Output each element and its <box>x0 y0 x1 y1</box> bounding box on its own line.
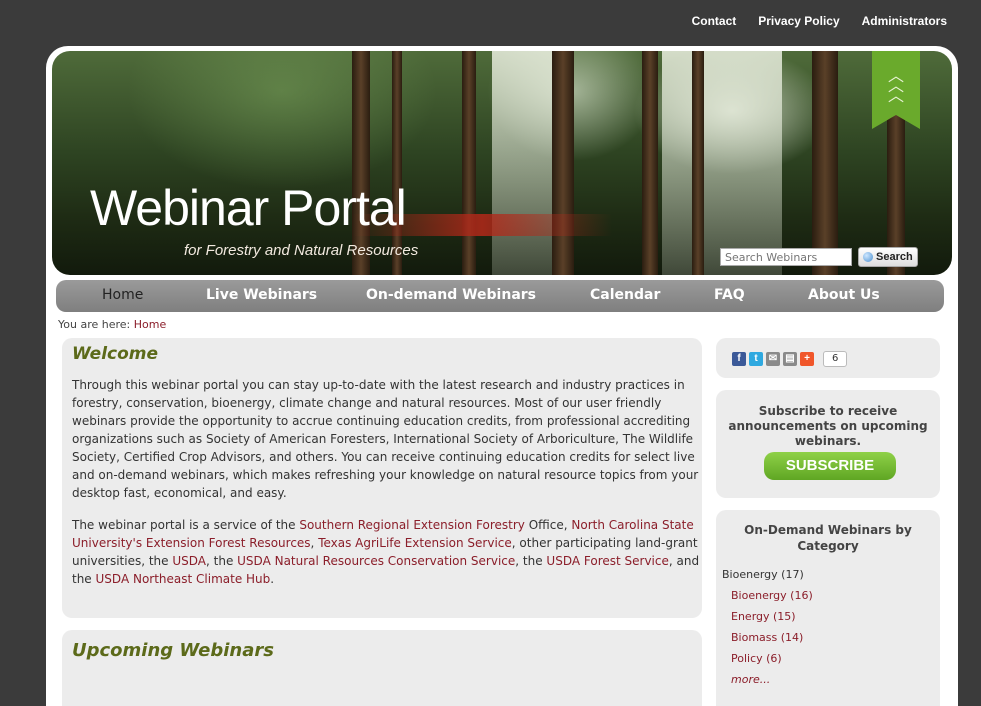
paragraph-text: , the <box>206 554 238 568</box>
contact-link[interactable]: Contact <box>692 14 737 28</box>
category-item[interactable]: Policy (6) <box>722 648 813 669</box>
paragraph-text: Office, <box>524 518 572 532</box>
paragraph-text: . <box>270 572 275 586</box>
nav-faq[interactable]: FAQ <box>714 287 745 303</box>
chevron-up-icon: ︿ <box>887 86 904 105</box>
service-paragraph: The webinar portal is a service of the S… <box>72 516 700 588</box>
subscribe-panel: Subscribe to receive announcements on up… <box>716 390 940 498</box>
main-navigation: Home Live Webinars On-demand Webinars Ca… <box>56 280 944 312</box>
search-button[interactable]: Search <box>858 247 918 267</box>
search-icon <box>863 252 873 262</box>
tree-trunk <box>462 51 476 275</box>
nav-about-us[interactable]: About Us <box>808 287 880 303</box>
paragraph-text: The webinar portal is a service of the <box>72 518 300 532</box>
top-links: Contact Privacy Policy Administrators <box>692 14 947 28</box>
subscribe-button[interactable]: SUBSCRIBE <box>764 452 896 480</box>
organization-link[interactable]: Texas AgriLife Extension Service <box>318 536 512 550</box>
site-subtitle: for Forestry and Natural Resources <box>184 242 419 259</box>
category-parent[interactable]: Bioenergy (17) <box>722 564 813 585</box>
tree-trunk <box>552 51 574 275</box>
share-count: 6 <box>823 351 848 367</box>
addthis-plus-icon[interactable]: + <box>800 352 814 366</box>
search-form: Search <box>720 247 918 267</box>
organization-link[interactable]: USDA Northeast Climate Hub <box>96 572 271 586</box>
organization-link[interactable]: USDA Forest Service <box>546 554 668 568</box>
nav-on-demand-webinars[interactable]: On-demand Webinars <box>366 287 536 303</box>
print-icon[interactable]: ▤ <box>783 352 797 366</box>
breadcrumb-prefix: You are here: <box>58 318 131 331</box>
breadcrumb: You are here: Home <box>58 318 166 331</box>
email-icon[interactable]: ✉ <box>766 352 780 366</box>
category-list: Bioenergy (17) Bioenergy (16) Energy (15… <box>722 564 813 690</box>
categories-more-link[interactable]: more... <box>722 669 813 690</box>
category-item[interactable]: Biomass (14) <box>722 627 813 648</box>
tree-trunk <box>812 51 838 275</box>
category-item[interactable]: Bioenergy (16) <box>722 585 813 606</box>
facebook-icon[interactable]: f <box>732 352 746 366</box>
nav-live-webinars[interactable]: Live Webinars <box>206 287 317 303</box>
nav-home[interactable]: Home <box>102 287 143 303</box>
site-title: Webinar Portal <box>90 180 407 236</box>
welcome-panel: Welcome Through this webinar portal you … <box>62 338 702 618</box>
light-shaft <box>492 51 552 275</box>
upcoming-heading: Upcoming Webinars <box>72 640 274 661</box>
organization-link[interactable]: USDA <box>172 554 206 568</box>
category-item[interactable]: Energy (15) <box>722 606 813 627</box>
paragraph-text: , the <box>515 554 547 568</box>
welcome-paragraph: Through this webinar portal you can stay… <box>72 378 699 500</box>
search-input[interactable] <box>720 248 852 266</box>
privacy-policy-link[interactable]: Privacy Policy <box>758 14 839 28</box>
welcome-heading: Welcome <box>72 344 159 364</box>
light-shaft <box>662 51 782 275</box>
upcoming-webinars-panel: Upcoming Webinars <box>62 630 702 706</box>
breadcrumb-home-link[interactable]: Home <box>134 318 166 331</box>
page-container: ︿ ︿ ︿ Webinar Portal for Forestry and Na… <box>46 46 958 706</box>
twitter-icon[interactable]: t <box>749 352 763 366</box>
header-banner: ︿ ︿ ︿ Webinar Portal for Forestry and Na… <box>52 51 952 275</box>
administrators-link[interactable]: Administrators <box>862 14 947 28</box>
organization-link[interactable]: USDA Natural Resources Conservation Serv… <box>237 554 515 568</box>
organization-link[interactable]: Southern Regional Extension Forestry <box>299 518 525 532</box>
subscribe-text: Subscribe to receive announcements on up… <box>728 404 928 448</box>
social-share-panel: f t ✉ ▤ + 6 <box>716 338 940 378</box>
categories-heading: On-Demand Webinars by Category <box>744 523 912 553</box>
search-button-label: Search <box>876 251 913 263</box>
tree-trunk <box>642 51 658 275</box>
share-icons: f t ✉ ▤ + 6 <box>732 351 848 367</box>
categories-panel: On-Demand Webinars by Category Bioenergy… <box>716 510 940 706</box>
nav-calendar[interactable]: Calendar <box>590 287 660 303</box>
tree-trunk <box>692 51 704 275</box>
